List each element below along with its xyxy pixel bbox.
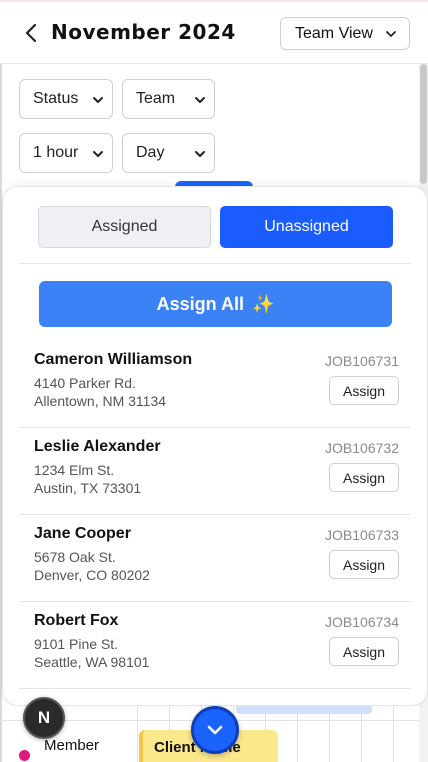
chevron-down-icon bbox=[93, 151, 103, 157]
chevron-down-icon bbox=[386, 31, 396, 37]
assign-all-button[interactable]: Assign All ✨ bbox=[39, 281, 392, 327]
address-line2: Seattle, WA 98101 bbox=[34, 654, 150, 670]
chevron-left-icon[interactable] bbox=[22, 22, 40, 44]
status-filter[interactable]: Status bbox=[19, 79, 113, 119]
unassigned-jobs-sheet: Assigned Unassigned Assign All ✨ Cameron… bbox=[2, 186, 428, 706]
address-line2: Allentown, NM 31134 bbox=[34, 393, 167, 409]
team-filter[interactable]: Team bbox=[122, 79, 215, 119]
address-line1: 5678 Oak St. bbox=[34, 549, 116, 565]
job-id: JOB106733 bbox=[325, 527, 399, 543]
list-item: Jane Cooper 5678 Oak St. Denver, CO 8020… bbox=[19, 515, 411, 602]
chevron-down-icon bbox=[195, 151, 205, 157]
chevron-down-icon bbox=[207, 725, 223, 735]
chevron-down-icon bbox=[195, 97, 205, 103]
member-label: Member bbox=[44, 737, 100, 754]
event-block-edge bbox=[236, 706, 372, 714]
interval-filter[interactable]: 1 hour bbox=[19, 133, 113, 173]
top-accent-line bbox=[0, 0, 428, 2]
assign-button[interactable]: Assign bbox=[329, 376, 399, 405]
address-line1: 1234 Elm St. bbox=[34, 462, 115, 478]
sparkle-icon: ✨ bbox=[251, 293, 275, 314]
interval-filter-label: 1 hour bbox=[33, 144, 79, 161]
list-item: Robert Fox 9101 Pine St. Seattle, WA 981… bbox=[19, 602, 411, 689]
status-filter-label: Status bbox=[33, 90, 79, 107]
job-id: JOB106732 bbox=[325, 440, 399, 456]
assign-button[interactable]: Assign bbox=[329, 637, 399, 666]
tab-unassigned[interactable]: Unassigned bbox=[220, 206, 393, 248]
tab-assigned[interactable]: Assigned bbox=[38, 206, 211, 248]
assign-button[interactable]: Assign bbox=[329, 550, 399, 579]
address-line1: 4140 Parker Rd. bbox=[34, 375, 136, 391]
customer-name: Leslie Alexander bbox=[34, 438, 161, 455]
job-id: JOB106731 bbox=[325, 353, 399, 369]
team-view-select-label: Team View bbox=[295, 24, 373, 42]
assign-button[interactable]: Assign bbox=[329, 463, 399, 492]
chevron-down-icon bbox=[93, 97, 103, 103]
address-line1: 9101 Pine St. bbox=[34, 636, 119, 652]
customer-name: Cameron Williamson bbox=[34, 351, 193, 368]
assign-all-label: Assign All bbox=[156, 293, 244, 314]
address-line2: Austin, TX 73301 bbox=[34, 480, 142, 496]
customer-name: Robert Fox bbox=[34, 612, 119, 629]
list-item: Leslie Alexander 1234 Elm St. Austin, TX… bbox=[19, 428, 411, 515]
team-view-select[interactable]: Team View bbox=[280, 17, 410, 50]
job-id: JOB106734 bbox=[325, 614, 399, 630]
address-line2: Denver, CO 80202 bbox=[34, 567, 150, 583]
page-title: November 2024 bbox=[51, 20, 236, 44]
customer-name: Jane Cooper bbox=[34, 525, 131, 542]
member-status-dot bbox=[19, 750, 30, 761]
top-bar: November 2024 Team View bbox=[0, 0, 428, 64]
collapse-sheet-button[interactable] bbox=[191, 706, 239, 754]
divider bbox=[19, 263, 411, 264]
team-filter-label: Team bbox=[136, 90, 176, 107]
range-filter[interactable]: Day bbox=[122, 133, 215, 173]
list-item: Cameron Williamson 4140 Parker Rd. Allen… bbox=[19, 341, 411, 428]
avatar[interactable]: N bbox=[23, 697, 65, 739]
range-filter-label: Day bbox=[136, 144, 165, 161]
scrollbar-thumb[interactable] bbox=[420, 64, 427, 184]
